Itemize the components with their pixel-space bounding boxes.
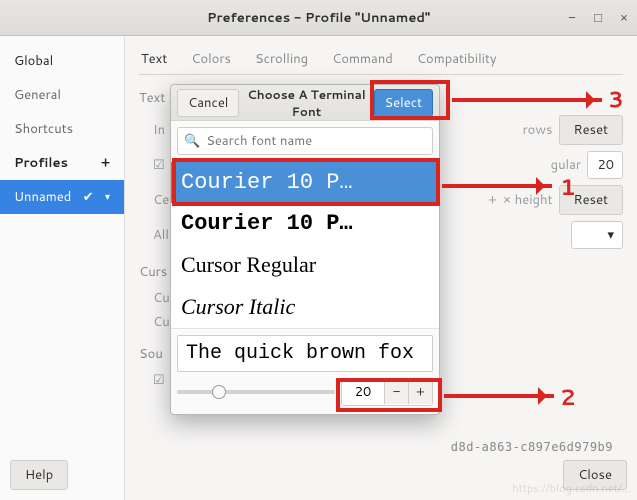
select-button[interactable]: Select [374, 89, 433, 117]
annotation-number-2: 2 [560, 382, 576, 413]
sidebar-profiles-header: Profiles + [0, 146, 124, 180]
dialog-title: Choose A Terminal Font [239, 86, 373, 120]
font-item-courier-10-pitch-bold[interactable]: Courier 10 P… [171, 203, 439, 244]
tab-colors[interactable]: Colors [191, 50, 231, 68]
tab-command[interactable]: Command [332, 50, 393, 68]
sidebar-item-general[interactable]: General [0, 78, 124, 112]
window-titlebar: Preferences - Profile "Unnamed" − □ × [0, 0, 637, 36]
close-window-icon[interactable]: × [617, 11, 631, 25]
rows-label: rows [523, 121, 553, 139]
size-increase-button[interactable]: + [408, 380, 432, 404]
font-size-field[interactable]: 20 [587, 151, 623, 179]
font-item-cursor-italic[interactable]: Cursor Italic [171, 286, 439, 328]
annotation-number-1: 1 [560, 172, 576, 203]
sidebar-profiles-label: Profiles [14, 154, 68, 172]
chevron-down-icon[interactable]: ▾ [105, 190, 110, 204]
cancel-button[interactable]: Cancel [177, 89, 239, 117]
font-item-cursor-regular[interactable]: Cursor Regular [171, 244, 439, 286]
minimize-icon[interactable]: − [565, 11, 579, 25]
profile-id-text: d8d-a863-c897e6d979b9 [451, 440, 613, 454]
annotation-arrow-3 [452, 98, 602, 102]
tab-scrolling[interactable]: Scrolling [255, 50, 308, 68]
sidebar-item-unnamed[interactable]: Unnamed ✔ ▾ [0, 180, 124, 214]
tab-compatibility[interactable]: Compatibility [417, 50, 497, 68]
tab-text[interactable]: Text [141, 50, 167, 68]
font-size-slider[interactable] [177, 390, 335, 394]
annotation-arrow-2 [444, 394, 554, 398]
help-button[interactable]: Help [10, 460, 68, 490]
add-profile-icon[interactable]: + [101, 154, 110, 172]
font-list: Courier 10 P… Courier 10 P… Cursor Regul… [171, 161, 439, 329]
font-size-stepper: 20 − + [341, 378, 433, 406]
maximize-icon[interactable]: □ [591, 11, 605, 25]
sidebar-item-shortcuts[interactable]: Shortcuts [0, 112, 124, 146]
font-preview: The quick brown fox [177, 335, 433, 372]
annotation-number-3: 3 [608, 84, 624, 115]
window-title: Preferences - Profile "Unnamed" [207, 9, 430, 27]
font-item-courier-10-pitch[interactable]: Courier 10 P… [171, 162, 439, 203]
check-icon: ✔ [83, 188, 94, 206]
plus-icon[interactable]: + [488, 191, 497, 209]
annotation-arrow-1 [442, 184, 552, 188]
sidebar-global-header: Global [0, 44, 124, 78]
font-search-input[interactable] [206, 132, 426, 150]
font-size-value[interactable]: 20 [342, 379, 384, 405]
sidebar-profile-label: Unnamed [14, 188, 71, 206]
slider-thumb-icon[interactable] [212, 385, 226, 399]
size-decrease-button[interactable]: − [384, 380, 408, 404]
watermark-text: https://blog.csdn.net/... [512, 480, 631, 496]
font-search-box[interactable]: 🔍 [177, 127, 433, 155]
search-icon: 🔍 [184, 132, 200, 150]
blinking-dropdown[interactable]: ▾ [571, 221, 623, 249]
preferences-sidebar: Global General Shortcuts Profiles + Unna… [0, 36, 125, 500]
font-chooser-dialog: Cancel Choose A Terminal Font Select 🔍 C… [170, 84, 440, 415]
reset-button[interactable]: Reset [559, 115, 624, 145]
tabs-bar: Text Colors Scrolling Command Compatibil… [139, 46, 623, 75]
